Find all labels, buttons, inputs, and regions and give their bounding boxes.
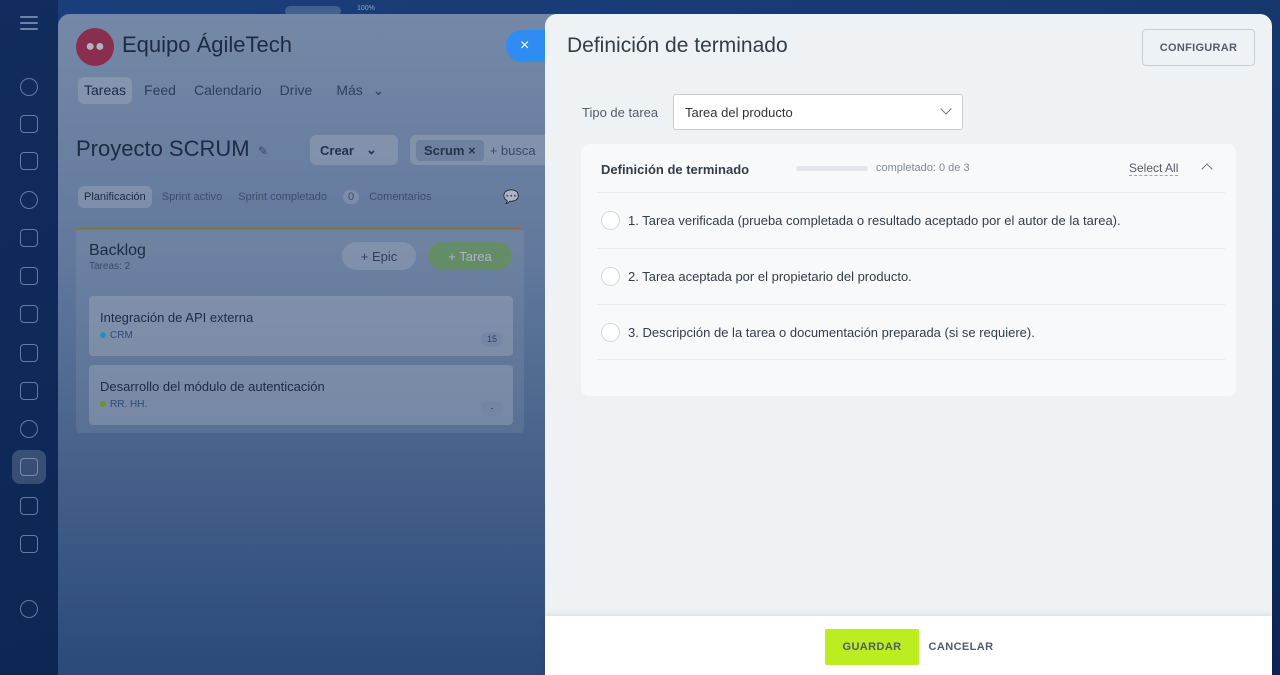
panel-title: Definición de terminado xyxy=(567,34,788,57)
select-all-link[interactable]: Select All xyxy=(1129,161,1179,176)
settings-icon[interactable] xyxy=(20,191,38,209)
mail-icon[interactable] xyxy=(20,382,38,400)
checklist-radio[interactable] xyxy=(601,211,620,230)
dod-checklist-card: Definición de terminado completado: 0 de… xyxy=(581,144,1236,396)
task-type-select[interactable]: Tarea del producto xyxy=(673,94,963,130)
save-button[interactable]: GUARDAR xyxy=(825,629,919,665)
workspace-background: ●● Equipo ÁgileTech Tareas Feed Calendar… xyxy=(58,14,598,675)
close-icon: × xyxy=(520,37,530,54)
checklist-progress-bar xyxy=(796,166,868,171)
checklist-item[interactable]: 1. Tarea verificada (prueba completada o… xyxy=(597,192,1225,248)
more-icon[interactable] xyxy=(20,600,38,618)
messages-icon[interactable] xyxy=(20,115,38,133)
dod-slider-panel: Definición de terminado CONFIGURAR Tipo … xyxy=(545,14,1272,675)
chevron-down-icon xyxy=(940,103,952,115)
app-sidebar xyxy=(0,0,58,675)
panel-footer: GUARDAR CANCELAR xyxy=(545,616,1272,675)
chat-icon[interactable] xyxy=(20,78,38,96)
card-icon[interactable] xyxy=(20,344,38,362)
close-panel-button[interactable]: × xyxy=(506,30,548,62)
users-icon[interactable] xyxy=(20,420,38,438)
checklist-items: 1. Tarea verificada (prueba completada o… xyxy=(597,192,1225,360)
checklist-item[interactable]: 3. Descripción de la tarea o documentaci… xyxy=(597,304,1225,360)
checklist-item[interactable]: 2. Tarea aceptada por el propietario del… xyxy=(597,248,1225,304)
feed-icon[interactable] xyxy=(20,152,38,170)
presentation-icon[interactable] xyxy=(20,305,38,323)
checklist-radio[interactable] xyxy=(601,267,620,286)
checklist-item-text: 3. Descripción de la tarea o documentaci… xyxy=(628,324,1035,340)
calendar-icon[interactable] xyxy=(20,229,38,247)
checklist-heading: Definición de terminado xyxy=(601,162,750,177)
document-icon[interactable] xyxy=(20,267,38,285)
checklist-progress-text: completado: 0 de 3 xyxy=(876,162,970,174)
overlay-dim xyxy=(58,14,598,675)
checklist-item-text: 1. Tarea verificada (prueba completada o… xyxy=(628,213,1121,228)
menu-icon[interactable] xyxy=(20,16,38,34)
zoom-level: 100% xyxy=(357,5,375,12)
task-type-label: Tipo de tarea xyxy=(582,105,659,120)
funnel-icon[interactable] xyxy=(20,497,38,515)
shop-icon[interactable] xyxy=(20,535,38,553)
checklist-radio[interactable] xyxy=(601,322,620,342)
cancel-button[interactable]: CANCELAR xyxy=(925,629,997,665)
task-type-value: Tarea del producto xyxy=(685,104,793,120)
configure-button[interactable]: CONFIGURAR xyxy=(1142,29,1255,66)
chevron-up-icon[interactable] xyxy=(1201,163,1213,175)
checklist-item-text: 2. Tarea aceptada por el propietario del… xyxy=(628,269,912,284)
tasks-icon[interactable] xyxy=(20,458,38,476)
